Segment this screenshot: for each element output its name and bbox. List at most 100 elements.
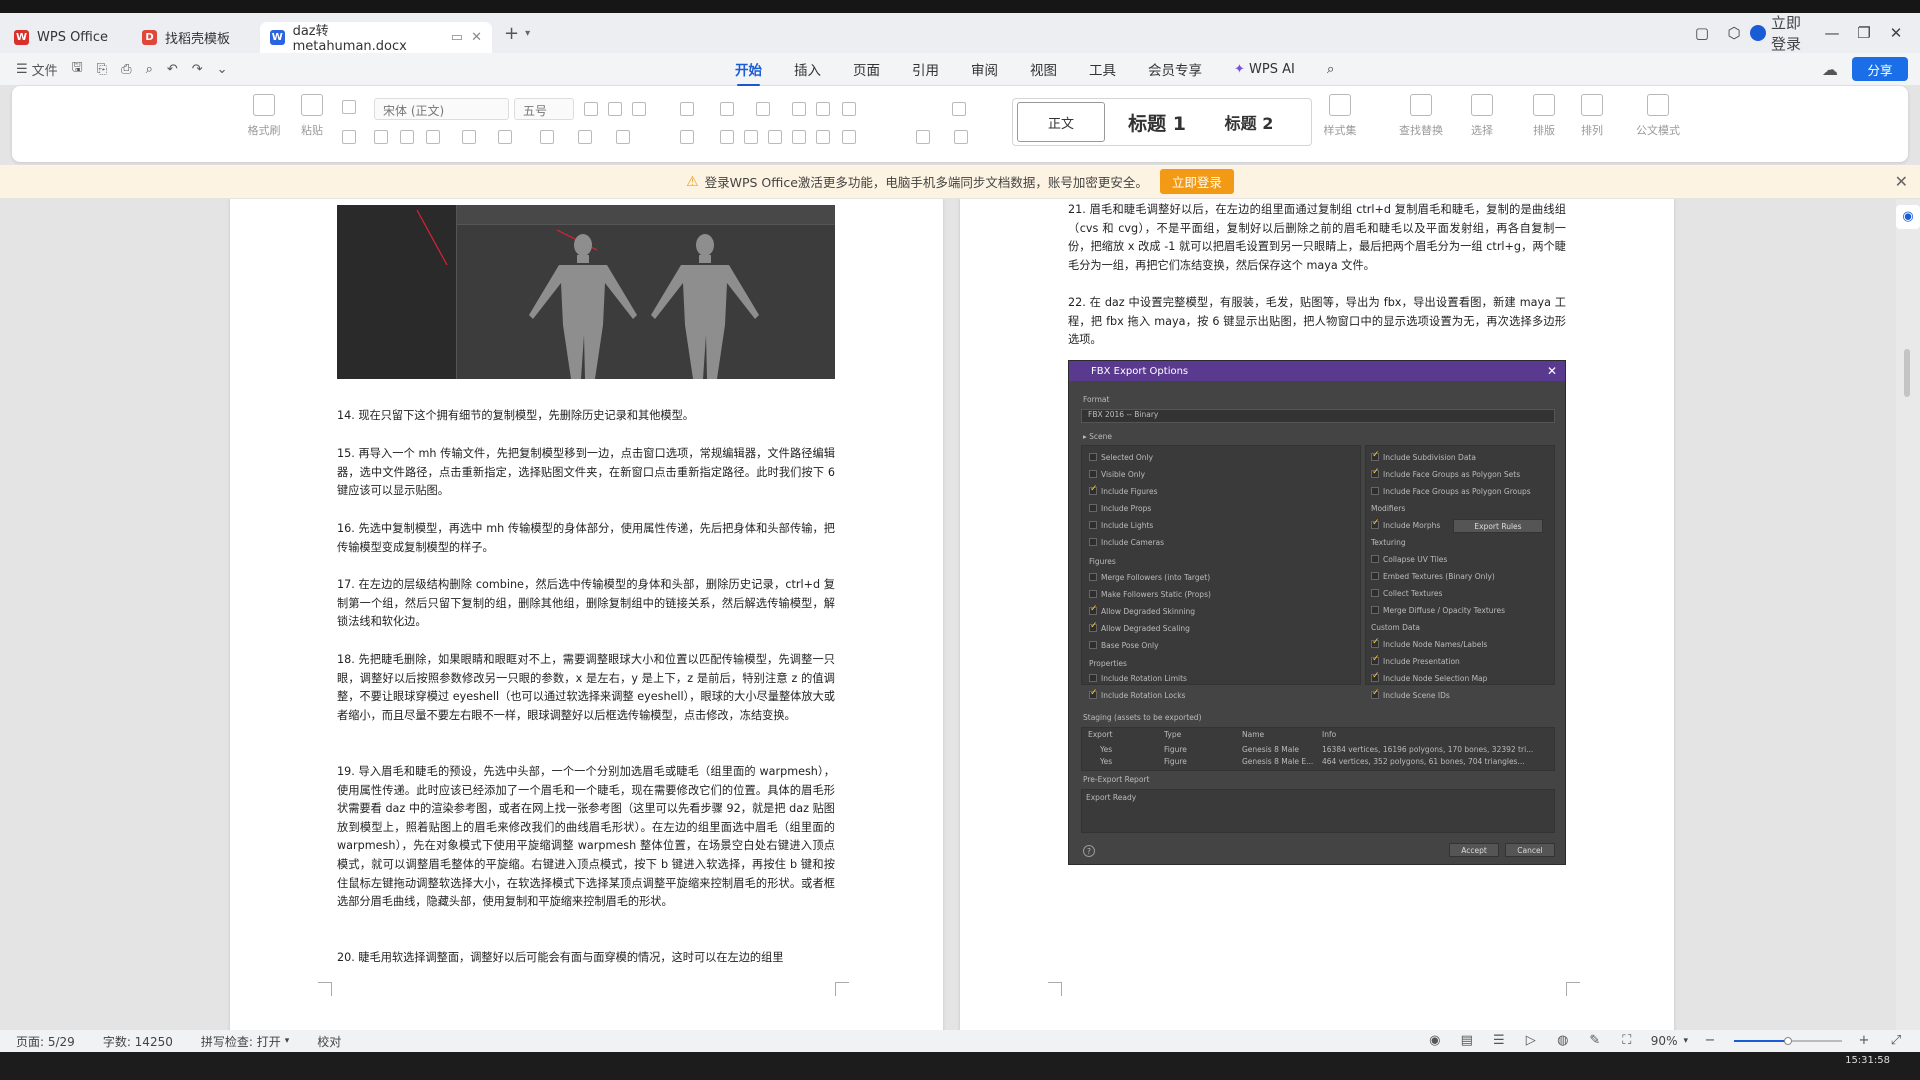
highlight-icon[interactable] bbox=[578, 130, 592, 144]
close-tab-icon[interactable]: ✕ bbox=[471, 30, 482, 45]
align-center-icon[interactable] bbox=[744, 130, 758, 144]
restore-tab-icon[interactable]: ▭ bbox=[451, 30, 463, 45]
new-tab-icon[interactable]: + bbox=[504, 23, 519, 44]
style-heading-1[interactable]: 标题 1 bbox=[1109, 102, 1205, 142]
numbering-icon[interactable] bbox=[756, 102, 770, 116]
play-icon[interactable]: ▷ bbox=[1523, 1033, 1539, 1049]
zoom-knob[interactable] bbox=[1784, 1037, 1792, 1045]
style-set-button[interactable]: 样式集 bbox=[1314, 94, 1366, 138]
zoom-dropdown-icon[interactable]: ▾ bbox=[1683, 1036, 1688, 1046]
document-page-left[interactable]: 14. 现在只留下这个拥有细节的复制模型，先删除历史记录和其他模型。 15. 再… bbox=[230, 199, 943, 1037]
cloud-sync-icon[interactable]: ☁ bbox=[1822, 60, 1838, 79]
tab-document[interactable]: W daz转metahuman.docx ▭ ✕ bbox=[260, 21, 492, 54]
bullets-icon[interactable] bbox=[720, 102, 734, 116]
line-spacing-icon[interactable] bbox=[842, 130, 856, 144]
login-link[interactable]: 立即登录 bbox=[1750, 12, 1802, 54]
fit-page-icon[interactable]: ⛶ bbox=[1619, 1033, 1635, 1049]
zoom-slider[interactable] bbox=[1734, 1035, 1842, 1047]
print-icon[interactable]: ⎙ bbox=[121, 62, 131, 77]
font-size-select[interactable]: 五号 bbox=[514, 98, 574, 120]
arrange-button[interactable]: 排列 bbox=[1572, 94, 1612, 138]
style-normal[interactable]: 正文 bbox=[1017, 102, 1105, 142]
justify-icon[interactable] bbox=[792, 130, 806, 144]
outdent-icon[interactable] bbox=[792, 102, 806, 116]
vertical-scrollbar[interactable] bbox=[1904, 349, 1910, 397]
tab-insert[interactable]: 插入 bbox=[794, 59, 821, 79]
word-count[interactable]: 字数: 14250 bbox=[103, 1033, 173, 1050]
format-painter-button[interactable]: 格式刷 bbox=[244, 94, 284, 138]
spell-check-toggle[interactable]: 拼写检查: 打开 bbox=[201, 1033, 281, 1050]
layout-icon[interactable]: ▢ bbox=[1686, 24, 1718, 42]
tab-list-icon[interactable]: ▾ bbox=[525, 28, 530, 39]
zoom-out-icon[interactable]: − bbox=[1702, 1033, 1718, 1049]
chinese-layout-icon[interactable] bbox=[842, 102, 856, 116]
undo-icon[interactable]: ↶ bbox=[167, 62, 178, 77]
tab-member[interactable]: 会员专享 bbox=[1148, 59, 1202, 79]
bold-icon[interactable] bbox=[374, 130, 388, 144]
tab-home[interactable]: 开始 bbox=[735, 59, 762, 86]
maximize-icon[interactable]: ❐ bbox=[1848, 24, 1880, 42]
search-icon[interactable]: ⌕ bbox=[1327, 61, 1335, 77]
char-border-icon[interactable] bbox=[680, 130, 694, 144]
layout-button[interactable]: 排版 bbox=[1524, 94, 1564, 138]
official-style-button[interactable]: 公文模式 bbox=[1630, 94, 1686, 138]
zoom-in-icon[interactable]: + bbox=[1856, 1033, 1872, 1049]
save-icon[interactable]: 🖫 bbox=[72, 58, 83, 80]
export-pdf-icon[interactable]: ⎘ bbox=[97, 62, 107, 77]
clear-format-icon[interactable] bbox=[680, 102, 694, 116]
tab-references[interactable]: 引用 bbox=[912, 59, 939, 79]
strikethrough-icon[interactable] bbox=[462, 130, 476, 144]
hamburger-icon[interactable]: ☰ bbox=[16, 62, 28, 77]
fullscreen-icon[interactable]: ⤢ bbox=[1888, 1033, 1904, 1049]
distribute-icon[interactable] bbox=[816, 130, 830, 144]
tab-wps-office[interactable]: W WPS Office bbox=[4, 22, 128, 53]
font-name-select[interactable]: 宋体 (正文) bbox=[374, 98, 509, 120]
shading-icon[interactable] bbox=[916, 130, 930, 144]
cube-icon[interactable]: ⬡ bbox=[1718, 24, 1750, 42]
proofread-button[interactable]: 校对 bbox=[317, 1033, 341, 1050]
spell-dropdown-icon[interactable]: ▾ bbox=[285, 1036, 290, 1046]
document-page-right[interactable]: 21. 眉毛和睫毛调整好以后，在左边的组里面通过复制组 ctrl+d 复制眉毛和… bbox=[960, 199, 1674, 1037]
borders-icon[interactable] bbox=[954, 130, 968, 144]
tab-docer[interactable]: D 找稻壳模板 bbox=[132, 22, 256, 53]
tab-review[interactable]: 审阅 bbox=[971, 59, 998, 79]
web-view-icon[interactable]: ◍ bbox=[1555, 1033, 1571, 1049]
redo-icon[interactable]: ↷ bbox=[192, 62, 203, 77]
print-preview-icon[interactable]: ⌕ bbox=[146, 62, 153, 77]
page-indicator[interactable]: 页面: 5/29 bbox=[16, 1033, 75, 1050]
pen-icon[interactable]: ✎ bbox=[1587, 1033, 1603, 1049]
share-button[interactable]: 分享 bbox=[1852, 57, 1908, 81]
outline-view-icon[interactable]: ☰ bbox=[1491, 1033, 1507, 1049]
more-icon[interactable]: ⌄ bbox=[217, 62, 228, 77]
tab-view[interactable]: 视图 bbox=[1030, 59, 1057, 79]
indent-icon[interactable] bbox=[816, 102, 830, 116]
text-effect-icon[interactable] bbox=[540, 130, 554, 144]
select-button[interactable]: 选择 bbox=[1462, 94, 1502, 138]
find-replace-button[interactable]: 查找替换 bbox=[1390, 94, 1452, 138]
document-workspace[interactable]: 14. 现在只留下这个拥有细节的复制模型，先删除历史记录和其他模型。 15. 再… bbox=[0, 199, 1920, 1037]
underline-icon[interactable] bbox=[426, 130, 440, 144]
italic-icon[interactable] bbox=[400, 130, 414, 144]
cut-icon[interactable] bbox=[342, 100, 356, 114]
minimize-icon[interactable]: — bbox=[1816, 24, 1848, 42]
tab-tools[interactable]: 工具 bbox=[1089, 59, 1116, 79]
superscript-icon[interactable] bbox=[498, 130, 512, 144]
pinyin-icon[interactable] bbox=[632, 102, 646, 116]
wps-ai-button[interactable]: ✦ WPS AI bbox=[1234, 62, 1295, 77]
paste-button[interactable]: 粘贴 bbox=[292, 94, 332, 138]
notice-login-button[interactable]: 立即登录 bbox=[1159, 169, 1234, 194]
align-right-icon[interactable] bbox=[768, 130, 782, 144]
sort-icon[interactable] bbox=[952, 102, 966, 116]
grow-font-icon[interactable] bbox=[584, 102, 598, 116]
tab-page[interactable]: 页面 bbox=[853, 59, 880, 79]
location-pin-icon[interactable]: ◉ bbox=[1896, 205, 1920, 229]
eye-protection-icon[interactable]: ◉ bbox=[1427, 1033, 1443, 1049]
close-notice-icon[interactable]: ✕ bbox=[1895, 172, 1908, 191]
close-window-icon[interactable]: ✕ bbox=[1880, 24, 1912, 42]
shrink-font-icon[interactable] bbox=[608, 102, 622, 116]
zoom-level[interactable]: 90% bbox=[1651, 1034, 1678, 1048]
style-heading-2[interactable]: 标题 2 bbox=[1209, 102, 1289, 142]
align-left-icon[interactable] bbox=[720, 130, 734, 144]
font-color-icon[interactable] bbox=[616, 130, 630, 144]
page-view-icon[interactable]: ▤ bbox=[1459, 1033, 1475, 1049]
